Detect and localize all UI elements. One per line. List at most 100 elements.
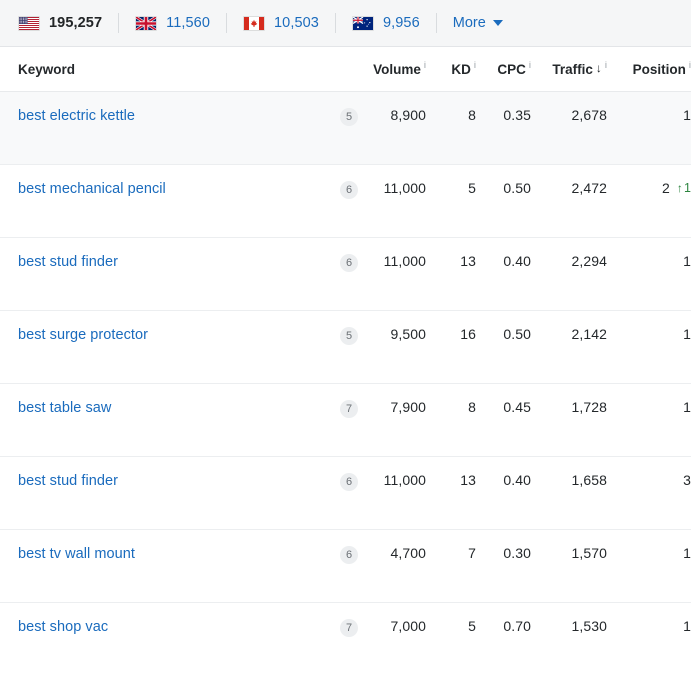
keyword-cell: best stud finder <box>0 456 316 530</box>
cpc-cell: 0.50 <box>476 164 531 238</box>
traffic-cell: 1,728 <box>531 383 607 457</box>
position-value: 1 <box>683 326 691 342</box>
keyword-cell: best surge protector <box>0 310 316 384</box>
serp-features-badge[interactable]: 5 <box>340 327 358 345</box>
position-cell: 1 <box>607 91 691 165</box>
country-filter-us[interactable]: 195,257 <box>18 13 102 33</box>
serp-features-badge[interactable]: 6 <box>340 546 358 564</box>
au-flag-icon <box>351 15 374 31</box>
serp-features-badge[interactable]: 7 <box>340 619 358 637</box>
table-row[interactable]: best shop vac 7 7,000 5 0.70 1,530 1 <box>0 602 691 676</box>
arrow-up-icon: ↑ <box>676 181 683 195</box>
country-filter-uk[interactable]: 11,560 <box>135 13 210 33</box>
position-cell: 1 <box>607 383 691 457</box>
kd-cell: 7 <box>426 529 476 603</box>
table-row[interactable]: best tv wall mount 6 4,700 7 0.30 1,570 1 <box>0 529 691 603</box>
traffic-cell-value: 2,142 <box>571 326 607 342</box>
column-header-volume[interactable]: Volume i <box>358 47 426 92</box>
country-keyword-count: 195,257 <box>49 15 103 31</box>
kd-cell-value: 5 <box>468 180 476 196</box>
keyword-link[interactable]: best tv wall mount <box>18 546 135 562</box>
table-row[interactable]: best surge protector 5 9,500 16 0.50 2,142 1 <box>0 310 691 384</box>
info-icon[interactable]: i <box>424 60 426 71</box>
cpc-cell: 0.30 <box>476 529 531 603</box>
traffic-cell-value: 2,294 <box>571 253 607 269</box>
keyword-cell: best table saw <box>0 383 316 457</box>
kd-cell-value: 7 <box>468 545 476 561</box>
cpc-cell: 0.70 <box>476 602 531 676</box>
column-header-traffic[interactable]: Traffic ↓ i <box>531 47 607 92</box>
cpc-cell: 0.45 <box>476 383 531 457</box>
position-value: 1 <box>683 253 691 269</box>
position-value: 1 <box>683 545 691 561</box>
volume-cell: 7,000 <box>358 602 426 676</box>
cpc-cell: 0.50 <box>476 310 531 384</box>
country-keyword-count: 11,560 <box>166 15 210 31</box>
traffic-cell: 2,678 <box>531 91 607 165</box>
position-cell: 3 <box>607 456 691 530</box>
keyword-link[interactable]: best mechanical pencil <box>18 181 166 197</box>
country-separator <box>118 13 120 33</box>
keyword-cell: best stud finder <box>0 237 316 311</box>
keyword-link[interactable]: best surge protector <box>18 327 148 343</box>
column-header-cpc[interactable]: CPC i <box>476 47 531 92</box>
keyword-link[interactable]: best stud finder <box>18 254 118 270</box>
table-row[interactable]: best stud finder 6 11,000 13 0.40 1,658 3 <box>0 456 691 530</box>
table-row[interactable]: best table saw 7 7,900 8 0.45 1,728 1 <box>0 383 691 457</box>
kd-cell: 13 <box>426 237 476 311</box>
table-row[interactable]: best mechanical pencil 6 11,000 5 0.50 2,472 2… <box>0 164 691 238</box>
country-separator <box>334 13 336 33</box>
cpc-cell: 0.35 <box>476 91 531 165</box>
position-value: 1 <box>683 618 691 634</box>
keyword-link[interactable]: best electric kettle <box>18 108 135 124</box>
traffic-cell-value: 2,472 <box>571 180 607 196</box>
serp-features-cell: 5 <box>316 310 358 384</box>
cpc-cell-value: 0.50 <box>503 180 531 196</box>
info-icon[interactable]: i <box>605 60 607 71</box>
table-row[interactable]: best stud finder 6 11,000 13 0.40 2,294 1 <box>0 237 691 311</box>
country-filter-bar: 195,257 11,560 10,503 9,956 More <box>0 0 691 47</box>
column-header-keyword[interactable]: Keyword <box>0 47 316 92</box>
kd-cell: 8 <box>426 91 476 165</box>
position-value: 3 <box>683 472 691 488</box>
column-header-kd[interactable]: KD i <box>426 47 476 92</box>
position-cell: 1 <box>607 602 691 676</box>
kd-cell: 8 <box>426 383 476 457</box>
uk-flag-icon <box>135 15 158 31</box>
traffic-cell-value: 2,678 <box>571 107 607 123</box>
serp-features-badge[interactable]: 5 <box>340 108 358 126</box>
position-cell: 1 <box>607 310 691 384</box>
country-filter-ca[interactable]: 10,503 <box>243 13 319 33</box>
serp-features-badge[interactable]: 6 <box>340 181 358 199</box>
traffic-cell-value: 1,658 <box>571 472 607 488</box>
volume-cell: 11,000 <box>358 237 426 311</box>
serp-features-badge[interactable]: 6 <box>340 473 358 491</box>
table-body: best electric kettle 5 8,900 8 0.35 2,678 1 bes… <box>0 91 691 676</box>
table-header-row: Keyword Volume i KD i CPC i Traffic ↓ i Position i <box>0 47 691 92</box>
position-cell: 1 <box>607 237 691 311</box>
info-icon[interactable]: i <box>474 60 476 71</box>
table-row[interactable]: best electric kettle 5 8,900 8 0.35 2,678 1 <box>0 91 691 165</box>
keyword-link[interactable]: best shop vac <box>18 619 108 635</box>
serp-features-badge[interactable]: 7 <box>340 400 358 418</box>
position-value: 1 <box>683 107 691 123</box>
us-flag-icon <box>18 15 40 31</box>
info-icon[interactable]: i <box>529 60 531 71</box>
more-countries-button[interactable]: More <box>453 15 503 31</box>
keyword-link[interactable]: best table saw <box>18 400 111 416</box>
keyword-cell: best tv wall mount <box>0 529 316 603</box>
column-header-position[interactable]: Position i <box>607 47 691 92</box>
traffic-cell: 1,570 <box>531 529 607 603</box>
serp-features-badge[interactable]: 6 <box>340 254 358 272</box>
sort-descending-icon[interactable]: ↓ <box>596 62 602 74</box>
serp-features-cell: 6 <box>316 164 358 238</box>
cpc-cell-value: 0.35 <box>503 107 531 123</box>
country-filter-au[interactable]: 9,956 <box>351 13 420 33</box>
kd-cell-value: 5 <box>468 618 476 634</box>
cpc-cell-value: 0.45 <box>503 399 531 415</box>
keyword-link[interactable]: best stud finder <box>18 473 118 489</box>
cpc-cell: 0.40 <box>476 456 531 530</box>
volume-cell-value: 11,000 <box>383 253 426 269</box>
volume-cell: 8,900 <box>358 91 426 165</box>
kd-cell-value: 8 <box>468 399 476 415</box>
